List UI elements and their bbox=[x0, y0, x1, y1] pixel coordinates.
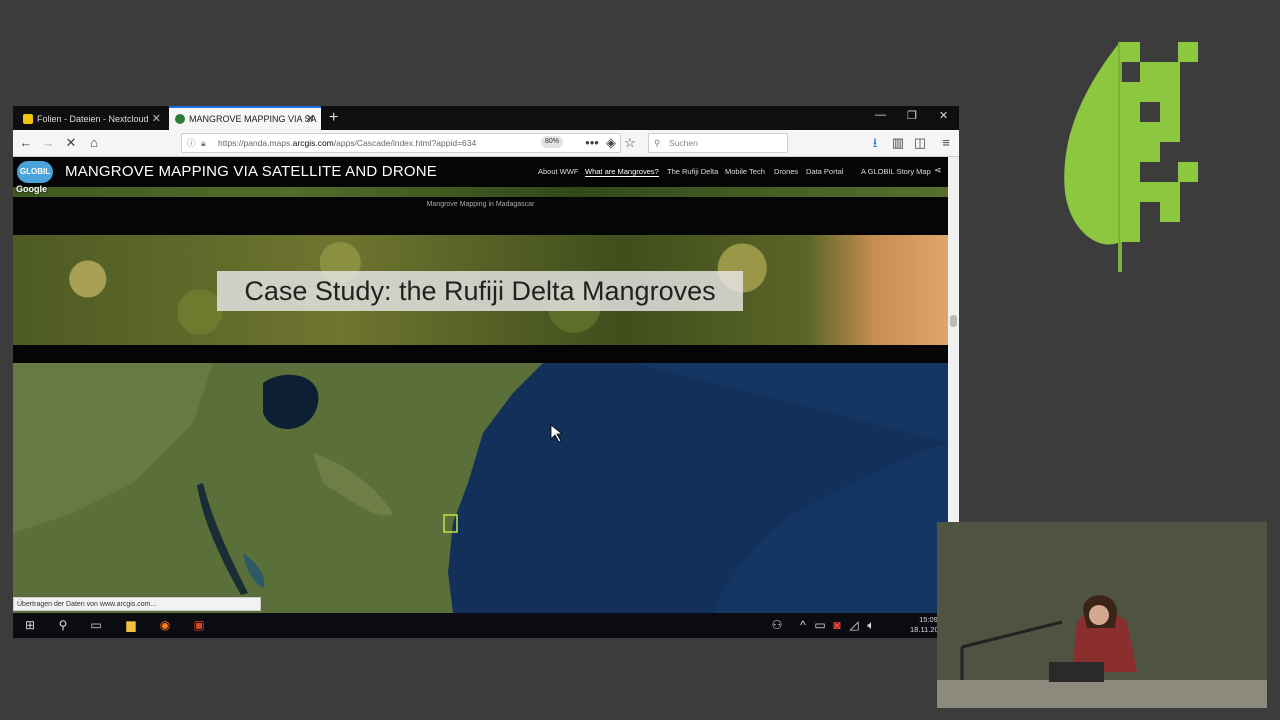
info-icon[interactable]: ⓘ bbox=[187, 134, 196, 152]
nav-rufiji-delta[interactable]: The Rufiji Delta bbox=[667, 167, 718, 176]
tab-mangrove[interactable]: MANGROVE MAPPING VIA SA ✕ bbox=[169, 106, 321, 130]
battery-icon[interactable]: ▭ bbox=[812, 617, 828, 633]
close-tab-icon[interactable]: ✕ bbox=[152, 108, 161, 130]
restore-icon[interactable]: ❐ bbox=[907, 109, 917, 122]
stop-loading-icon[interactable]: ✕ bbox=[62, 134, 80, 152]
page-title: MANGROVE MAPPING VIA SATELLITE AND DRONE bbox=[65, 163, 437, 180]
url-domain: arcgis.com bbox=[292, 138, 334, 148]
globil-logo[interactable]: GLOBIL bbox=[17, 161, 53, 183]
speaker-webcam bbox=[937, 522, 1267, 708]
library-icon[interactable]: ▥ bbox=[889, 134, 907, 152]
search-input[interactable]: ⚲ Suchen bbox=[648, 133, 788, 153]
search-placeholder: Suchen bbox=[669, 138, 698, 148]
nav-story-map[interactable]: A GLOBIL Story Map bbox=[861, 167, 931, 176]
nav-data-portal[interactable]: Data Portal bbox=[806, 167, 844, 176]
tab-title: MANGROVE MAPPING VIA SA bbox=[189, 114, 317, 124]
tab-bar: Folien - Dateien - Nextcloud ✕ MANGROVE … bbox=[13, 106, 959, 130]
show-hidden-icons[interactable]: ^ bbox=[795, 617, 811, 633]
close-window-icon[interactable]: ✕ bbox=[939, 109, 948, 122]
bookmark-star-icon[interactable]: ☆ bbox=[621, 134, 639, 152]
forward-icon[interactable]: → bbox=[39, 134, 57, 152]
nav-what-are-mangroves[interactable]: What are Mangroves? bbox=[585, 167, 659, 177]
firefox-icon[interactable]: ◉ bbox=[157, 617, 173, 633]
menu-icon[interactable]: ≡ bbox=[937, 134, 955, 152]
sidebar-icon[interactable]: ◫ bbox=[911, 134, 929, 152]
section-divider bbox=[13, 345, 948, 363]
share-icon[interactable]: ⋖ bbox=[934, 165, 942, 176]
defender-icon[interactable]: ◙ bbox=[829, 617, 845, 633]
nav-about-wwf[interactable]: About WWF bbox=[538, 167, 578, 176]
windows-start-icon[interactable]: ⊞ bbox=[22, 617, 38, 633]
conference-logo bbox=[1064, 42, 1198, 272]
hero-image: Case Study: the Rufiji Delta Mangroves bbox=[13, 235, 948, 345]
browser-window: Folien - Dateien - Nextcloud ✕ MANGROVE … bbox=[13, 106, 959, 638]
people-icon[interactable]: ⚇ bbox=[769, 617, 785, 633]
story-map-header: GLOBIL MANGROVE MAPPING VIA SATELLITE AN… bbox=[13, 157, 948, 187]
download-icon[interactable]: ⭳ bbox=[866, 134, 884, 152]
search-icon[interactable]: ⚲ bbox=[55, 617, 71, 633]
hero-title: Case Study: the Rufiji Delta Mangroves bbox=[217, 271, 743, 311]
minimize-icon[interactable]: — bbox=[875, 109, 886, 121]
network-icon[interactable]: ◿ bbox=[846, 617, 862, 633]
page-actions-icon[interactable]: ••• bbox=[583, 134, 601, 152]
pocket-icon[interactable]: ◈ bbox=[602, 134, 620, 152]
windows-taskbar: ⊞ ⚲ ▭ ▆ ◉ ▣ ⚇ ^ ▭ ◙ ◿ 🔈︎ 15:09 18.11.201… bbox=[13, 613, 959, 638]
map-attribution: Google bbox=[16, 184, 47, 194]
powerpoint-icon[interactable]: ▣ bbox=[191, 617, 207, 633]
url-path: /apps/Cascade/index.html?appid=634 bbox=[333, 138, 477, 148]
scrollbar-thumb[interactable] bbox=[950, 315, 957, 327]
task-view-icon[interactable]: ▭ bbox=[88, 617, 104, 633]
laptop bbox=[1049, 662, 1104, 682]
web-page: GLOBIL MANGROVE MAPPING VIA SATELLITE AN… bbox=[13, 157, 948, 613]
tab-title: Folien - Dateien - Nextcloud bbox=[37, 114, 149, 124]
url-prefix: https://panda.maps. bbox=[218, 138, 293, 148]
lock-icon: 🔒︎ bbox=[201, 138, 206, 148]
zoom-level-badge[interactable]: 80% bbox=[541, 136, 564, 148]
status-bar: Übertragen der Daten von www.arcgis.com.… bbox=[13, 597, 261, 611]
new-tab-icon[interactable]: + bbox=[329, 108, 338, 128]
search-icon: ⚲ bbox=[654, 138, 661, 148]
nav-mobile-tech[interactable]: Mobile Tech bbox=[725, 167, 765, 176]
navigation-toolbar: ← → ✕ ⌂ ⓘ 🔒︎ https://panda.maps.arcgis.c… bbox=[13, 130, 959, 157]
nextcloud-favicon-icon bbox=[23, 114, 33, 124]
arcgis-favicon-icon bbox=[175, 114, 185, 124]
home-icon[interactable]: ⌂ bbox=[85, 134, 103, 152]
file-explorer-icon[interactable]: ▆ bbox=[123, 617, 139, 633]
map-strip bbox=[13, 187, 948, 197]
tab-nextcloud[interactable]: Folien - Dateien - Nextcloud ✕ bbox=[17, 108, 167, 130]
close-tab-icon[interactable]: ✕ bbox=[306, 108, 315, 130]
volume-icon[interactable]: 🔈︎ bbox=[863, 617, 879, 633]
back-icon[interactable]: ← bbox=[17, 134, 35, 152]
nav-drones[interactable]: Drones bbox=[774, 167, 798, 176]
image-caption: Mangrove Mapping in Madagascar bbox=[426, 201, 535, 208]
satellite-map[interactable] bbox=[13, 363, 948, 613]
